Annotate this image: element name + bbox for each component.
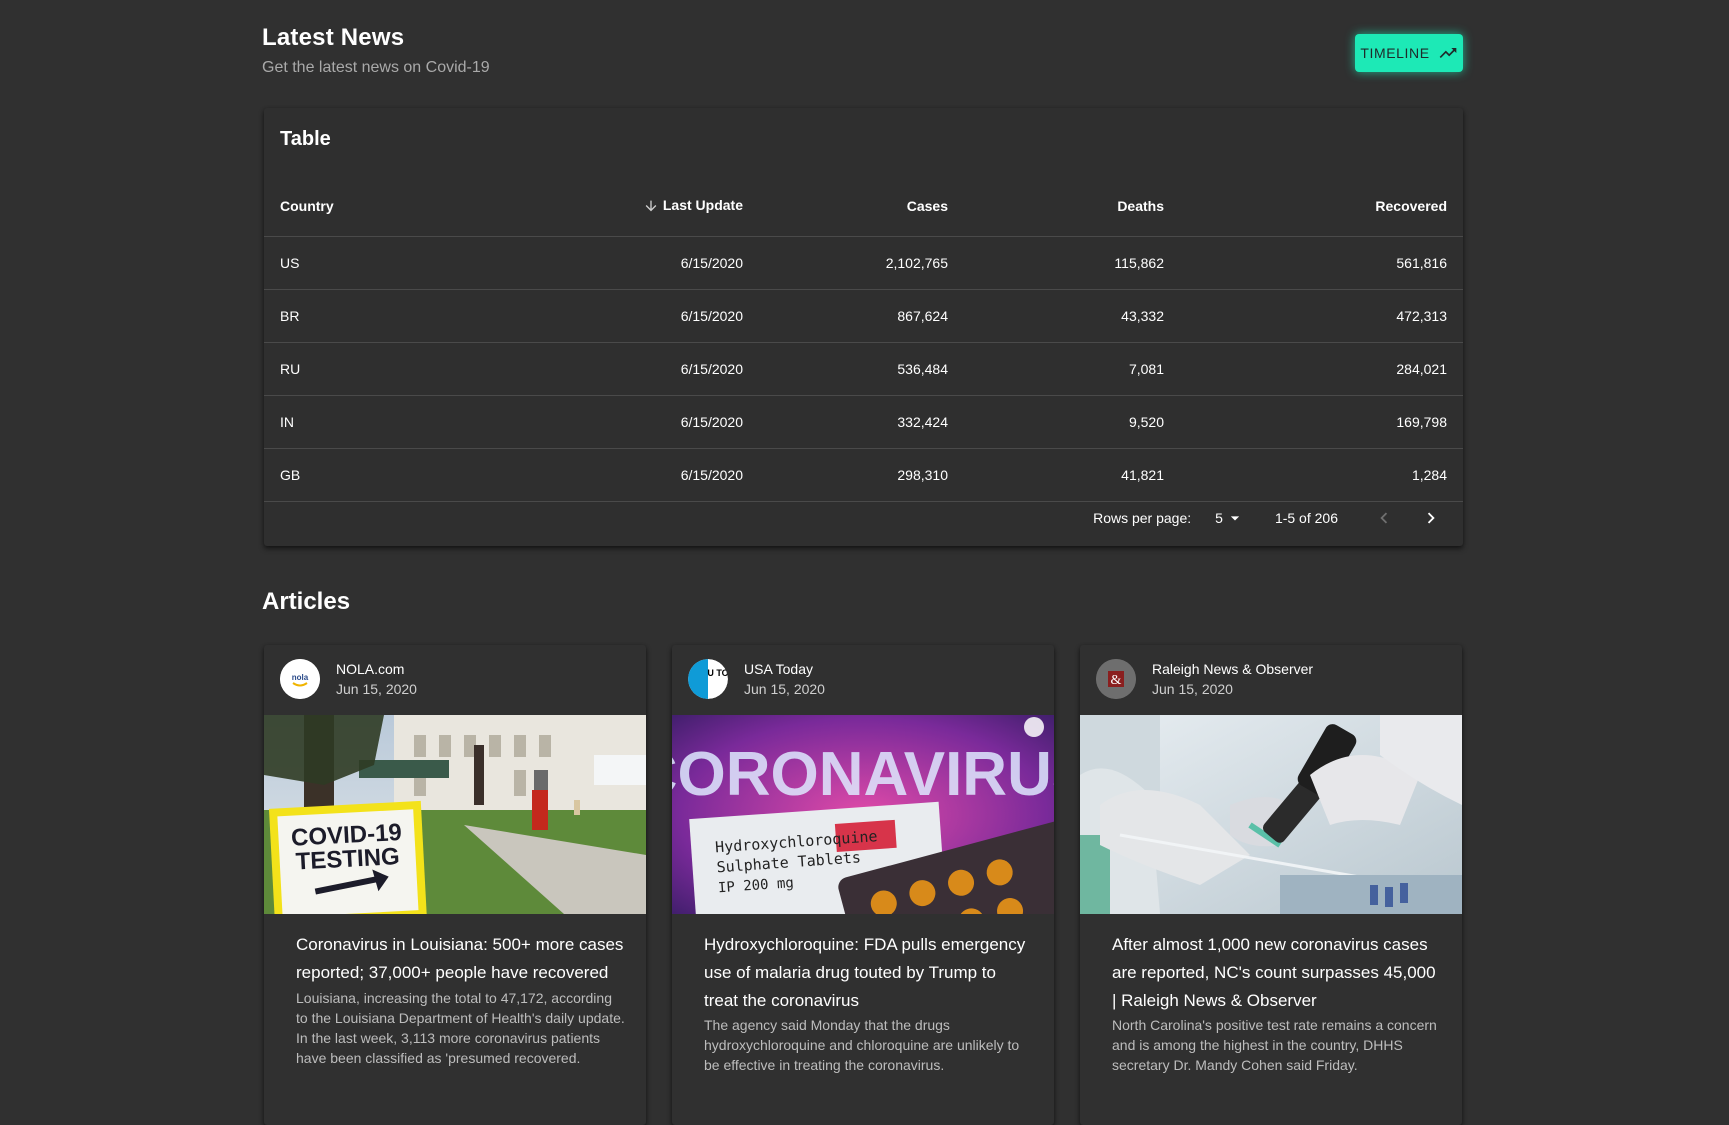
cell-cases: 2,102,765 — [759, 236, 964, 290]
article-card-header: U TO USA Today Jun 15, 2020 — [672, 645, 1054, 715]
article-description: Louisiana, increasing the total to 47,17… — [296, 990, 625, 1066]
articles-heading: Articles — [262, 588, 351, 615]
cell-country: US — [264, 236, 464, 290]
cell-recovered: 472,313 — [1180, 289, 1463, 343]
cell-country: RU — [264, 342, 464, 396]
covid-table: Country Last Update Cases Deaths Recover… — [264, 176, 1463, 502]
cell-last-update: 6/15/2020 — [464, 448, 759, 502]
chevron-right-icon — [1427, 512, 1435, 524]
column-header-last-update-label: Last Update — [662, 197, 743, 214]
cell-recovered: 284,021 — [1180, 342, 1463, 396]
rows-per-page-label: Rows per page: — [1093, 510, 1192, 526]
nola-avatar: nola — [280, 659, 320, 699]
covid-testing-photo: COVID-19 TESTING — [264, 715, 646, 914]
cell-cases: 298,310 — [759, 448, 964, 502]
hydroxychloroquine-photo: CORONAVIRUS Hydroxychloroquine Sulphate … — [672, 715, 1054, 914]
arrow-down-icon — [645, 201, 657, 212]
article-date: Jun 15, 2020 — [744, 681, 825, 697]
article-card[interactable]: U TO USA Today Jun 15, 2020 CORONAVIRUS — [672, 645, 1054, 1125]
cell-deaths: 43,332 — [964, 289, 1180, 343]
article-description: North Carolina's positive test rate rema… — [1112, 1017, 1437, 1073]
page-header: Latest News Get the latest news on Covid… — [262, 0, 1463, 100]
cell-country: BR — [264, 289, 464, 343]
article-card[interactable]: & Raleigh News & Observer Jun 15, 2020 A… — [1080, 645, 1462, 1125]
table-card: Table Country Last Update Cases Deaths R… — [264, 108, 1463, 546]
cell-recovered: 561,816 — [1180, 236, 1463, 290]
table-pagination: Rows per page: 5 1-5 of 206 — [1093, 492, 1463, 544]
cell-recovered: 169,798 — [1180, 395, 1463, 449]
article-image: COVID-19 TESTING — [264, 715, 646, 914]
cell-deaths: 9,520 — [964, 395, 1180, 449]
trending-up-icon — [1439, 48, 1457, 58]
rows-per-page-select[interactable]: 5 — [1215, 508, 1245, 528]
article-card-header: & Raleigh News & Observer Jun 15, 2020 — [1080, 645, 1462, 715]
article-source: USA Today — [744, 661, 814, 677]
page-subtitle: Get the latest news on Covid-19 — [262, 59, 490, 76]
column-header-cases[interactable]: Cases — [759, 176, 964, 237]
lab-pipette-photo — [1080, 715, 1462, 914]
timeline-button-label: TIMELINE — [1360, 45, 1430, 61]
usa-today-avatar: U TO — [688, 659, 728, 699]
table-row: US 6/15/2020 2,102,765 115,862 561,816 — [264, 236, 1463, 290]
column-header-recovered[interactable]: Recovered — [1180, 176, 1463, 237]
article-date: Jun 15, 2020 — [336, 681, 417, 697]
sign-text-testing: TESTING — [295, 843, 400, 875]
nola-logo-text: nola — [292, 673, 309, 682]
nola-logo-icon: nola — [280, 659, 320, 699]
next-page-button[interactable] — [1415, 502, 1447, 534]
news-observer-logo-icon: & — [1096, 659, 1136, 699]
cell-cases: 536,484 — [759, 342, 964, 396]
table-header-row: Country Last Update Cases Deaths Recover… — [264, 176, 1463, 237]
cell-deaths: 115,862 — [964, 236, 1180, 290]
article-source: NOLA.com — [336, 661, 405, 677]
article-source: Raleigh News & Observer — [1152, 661, 1314, 677]
cell-last-update: 6/15/2020 — [464, 395, 759, 449]
news-observer-avatar: & — [1096, 659, 1136, 699]
article-card[interactable]: nola NOLA.com Jun 15, 2020 COVID-19 TEST… — [264, 645, 646, 1125]
table-row: IN 6/15/2020 332,424 9,520 169,798 — [264, 395, 1463, 449]
article-image: CORONAVIRUS Hydroxychloroquine Sulphate … — [672, 715, 1054, 914]
page-title: Latest News — [262, 24, 405, 51]
coronavirus-banner-text: CORONAVIRUS — [672, 740, 1054, 809]
cell-deaths: 7,081 — [964, 342, 1180, 396]
article-date: Jun 15, 2020 — [1152, 681, 1233, 697]
cell-country: GB — [264, 448, 464, 502]
article-description: The agency said Monday that the drugs hy… — [704, 1017, 1020, 1073]
article-title[interactable]: After almost 1,000 new coronavirus cases… — [1112, 931, 1442, 1015]
cell-last-update: 6/15/2020 — [464, 289, 759, 343]
table-title: Table — [280, 128, 331, 150]
rows-per-page-value: 5 — [1215, 510, 1223, 526]
chevron-left-icon — [1380, 512, 1388, 524]
cell-cases: 867,624 — [759, 289, 964, 343]
previous-page-button[interactable] — [1368, 502, 1400, 534]
column-header-country[interactable]: Country — [264, 176, 464, 237]
article-card-header: nola NOLA.com Jun 15, 2020 — [264, 645, 646, 715]
cell-cases: 332,424 — [759, 395, 964, 449]
usa-today-logo-icon: U TO — [688, 659, 728, 699]
table-row: BR 6/15/2020 867,624 43,332 472,313 — [264, 289, 1463, 343]
page-container: Latest News Get the latest news on Covid… — [262, 0, 1463, 1125]
cell-last-update: 6/15/2020 — [464, 236, 759, 290]
cell-country: IN — [264, 395, 464, 449]
column-header-last-update[interactable]: Last Update — [464, 176, 759, 237]
news-observer-logo-text: & — [1111, 673, 1122, 688]
column-header-deaths[interactable]: Deaths — [964, 176, 1180, 237]
article-title[interactable]: Hydroxychloroquine: FDA pulls emergency … — [704, 931, 1034, 1015]
article-title[interactable]: Coronavirus in Louisiana: 500+ more case… — [296, 931, 626, 987]
usa-today-logo-text: U TO — [707, 668, 728, 678]
cell-last-update: 6/15/2020 — [464, 342, 759, 396]
pagination-range: 1-5 of 206 — [1274, 510, 1338, 526]
article-image — [1080, 715, 1462, 914]
timeline-button[interactable]: TIMELINE — [1355, 34, 1463, 72]
caret-down-icon — [1230, 516, 1240, 521]
table-row: RU 6/15/2020 536,484 7,081 284,021 — [264, 342, 1463, 396]
